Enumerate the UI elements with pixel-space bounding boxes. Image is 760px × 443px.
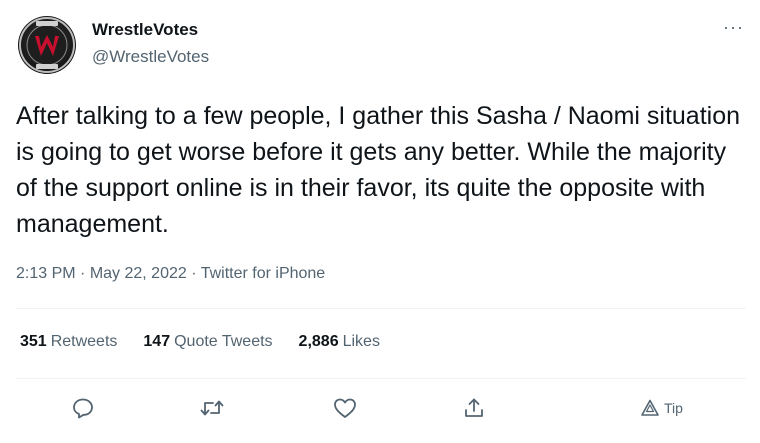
- tweet-meta: 2:13 PM · May 22, 2022 · Twitter for iPh…: [16, 265, 325, 283]
- retweets-count: 351: [20, 333, 47, 350]
- like-button[interactable]: [332, 393, 358, 423]
- retweets-stat[interactable]: 351 Retweets: [20, 333, 117, 351]
- share-button[interactable]: [462, 393, 486, 423]
- avatar[interactable]: [18, 16, 76, 74]
- action-bar: Tip: [0, 393, 760, 423]
- meta-separator: ·: [75, 265, 90, 282]
- divider: [16, 308, 746, 309]
- tweet-source[interactable]: Twitter for iPhone: [201, 265, 326, 282]
- reply-icon: [73, 398, 93, 419]
- retweet-button[interactable]: [199, 393, 225, 423]
- heart-icon: [334, 398, 356, 418]
- likes-label: Likes: [342, 333, 380, 350]
- quote-tweets-label: Quote Tweets: [174, 333, 273, 350]
- tweet-text: After talking to a few people, I gather …: [16, 102, 741, 238]
- retweets-label: Retweets: [50, 333, 118, 350]
- retweet-icon: [200, 400, 224, 416]
- display-name[interactable]: WrestleVotes: [92, 20, 198, 40]
- meta-separator: ·: [186, 265, 201, 282]
- share-icon: [465, 398, 483, 417]
- handle[interactable]: @WrestleVotes: [92, 47, 209, 67]
- more-options-icon[interactable]: ···: [723, 18, 744, 36]
- tip-label: Tip: [664, 400, 683, 416]
- likes-count: 2,886: [298, 333, 339, 350]
- quote-tweets-stat[interactable]: 147 Quote Tweets: [143, 333, 272, 351]
- wrestlevotes-logo-icon: [19, 17, 75, 73]
- tweet-card: WrestleVotes @WrestleVotes ··· After tal…: [0, 0, 760, 443]
- tip-button[interactable]: Tip: [640, 393, 683, 423]
- tweet-stats: 351 Retweets 147 Quote Tweets 2,886 Likes: [20, 333, 406, 351]
- tweet-time[interactable]: 2:13 PM: [16, 265, 76, 282]
- likes-stat[interactable]: 2,886 Likes: [299, 333, 380, 351]
- tweet-date[interactable]: May 22, 2022: [90, 265, 187, 282]
- divider: [16, 378, 746, 379]
- tip-icon: [641, 399, 659, 416]
- quote-tweets-count: 147: [143, 333, 171, 350]
- reply-button[interactable]: [71, 393, 95, 423]
